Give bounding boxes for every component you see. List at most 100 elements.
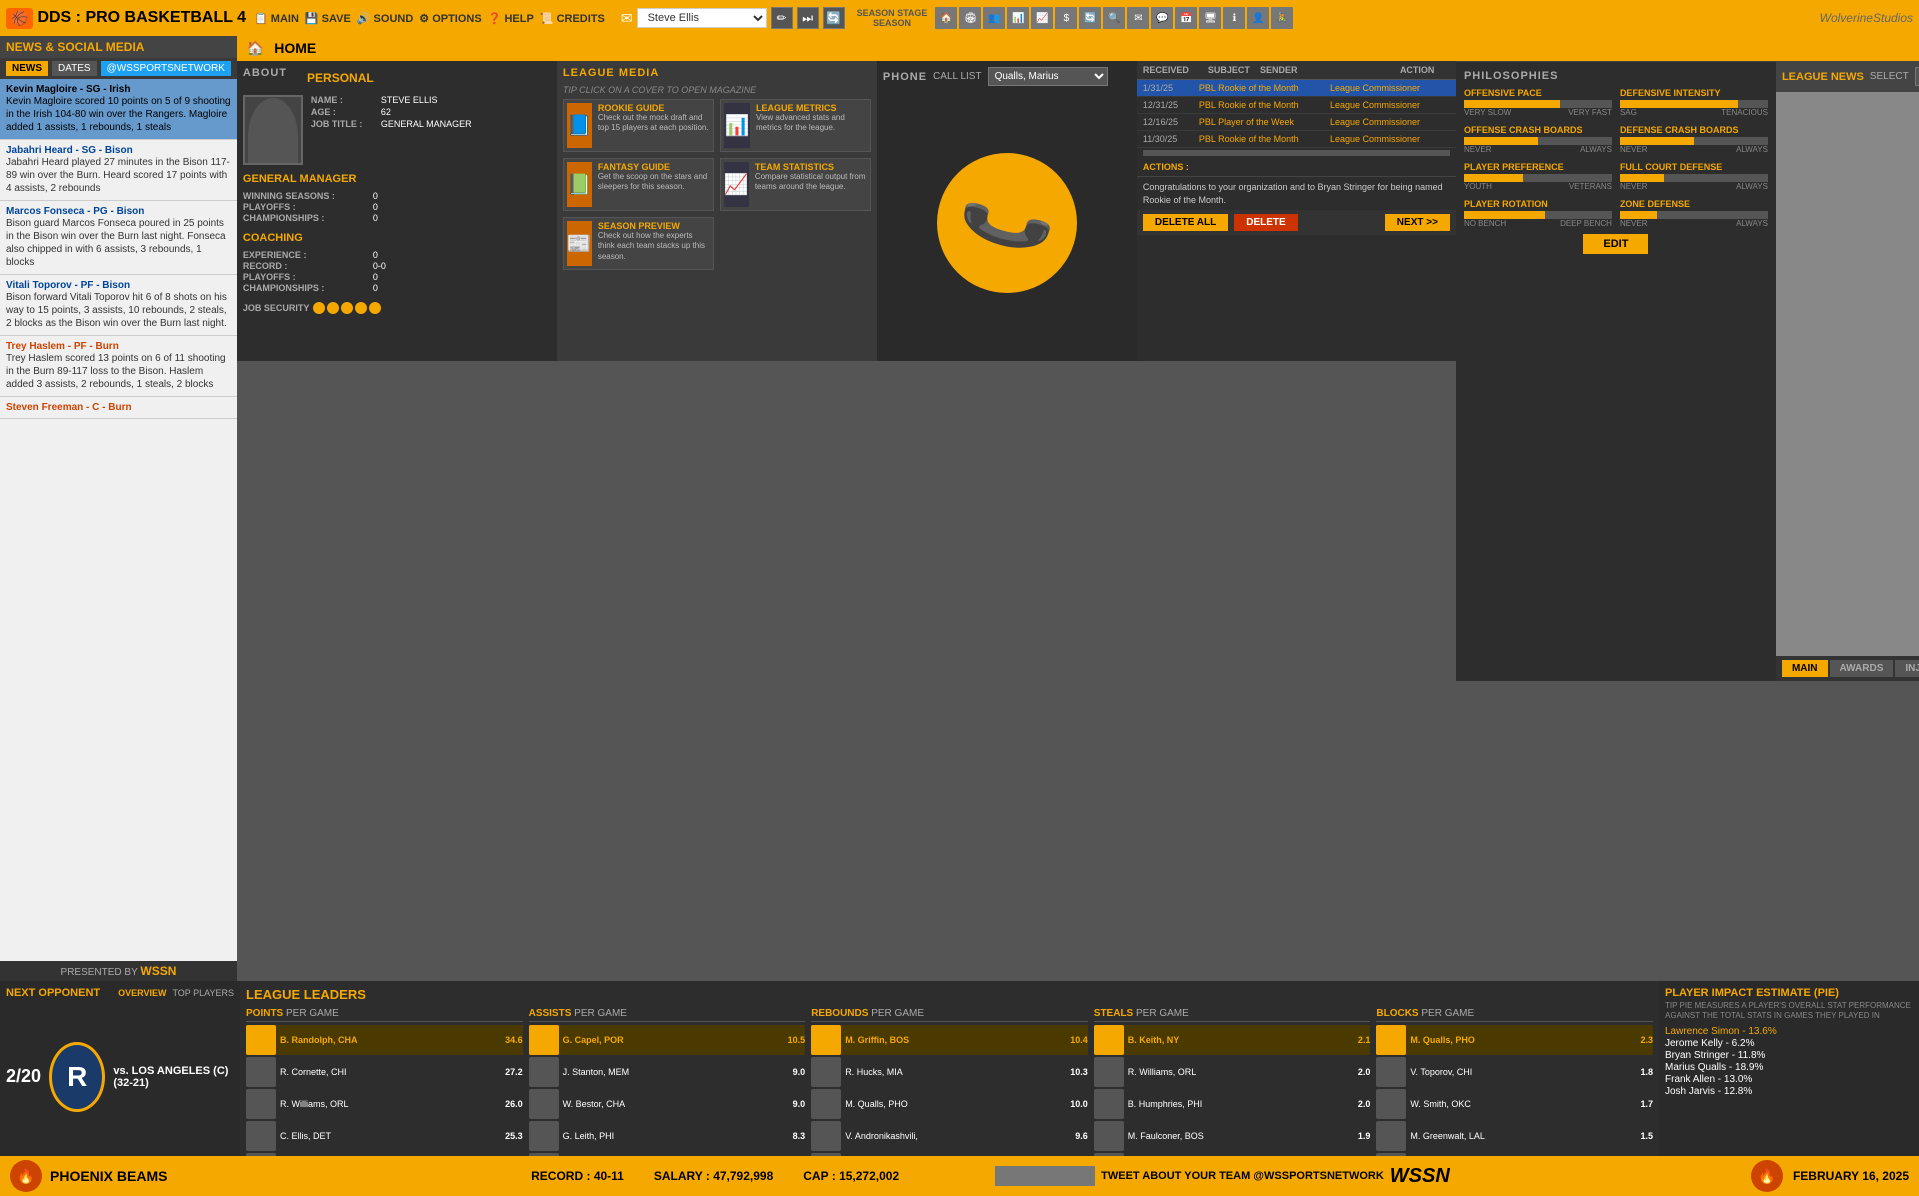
ll-rebounds-row-3[interactable]: V. Andronikashvili, 9.6 <box>811 1121 1088 1151</box>
ll-steals-row-0[interactable]: B. Keith, NY 2.1 <box>1094 1025 1371 1055</box>
media-card-rookie[interactable]: 📘 ROOKIE GUIDE Check out the mock draft … <box>563 99 714 152</box>
ll-rebounds-row-4[interactable]: M. Greenwalt, LAL 9.6 <box>811 1153 1088 1156</box>
ll-assists-row-4[interactable]: A. Erickson, LAC 8.1 <box>529 1153 806 1156</box>
toolbar-mail[interactable]: ✉ <box>1127 7 1149 29</box>
ll-assists-row-1[interactable]: J. Stanton, MEM 9.0 <box>529 1057 806 1087</box>
toolbar-search[interactable]: 🔍 <box>1103 7 1125 29</box>
email-row-2[interactable]: 12/16/25 PBL Player of the Week League C… <box>1137 114 1456 131</box>
news-item-0[interactable]: Kevin Magloire - SG - Irish Kevin Magloi… <box>0 79 237 140</box>
pr-slider[interactable] <box>1464 211 1612 219</box>
ll-steals-row-2[interactable]: B. Humphries, PHI 2.0 <box>1094 1089 1371 1119</box>
ll-blocks-row-1[interactable]: V. Toporov, CHI 1.8 <box>1376 1057 1653 1087</box>
dcb-slider[interactable] <box>1620 137 1768 145</box>
ll-rebounds-row-0[interactable]: M. Griffin, BOS 10.4 <box>811 1025 1088 1055</box>
nav-save[interactable]: 💾 SAVE <box>305 12 351 25</box>
nav-main[interactable]: 📋 MAIN <box>254 12 299 25</box>
delete-all-btn[interactable]: DELETE ALL <box>1143 214 1228 231</box>
news-item-3[interactable]: Vitali Toporov - PF - Bison Bison forwar… <box>0 275 237 336</box>
edit-user-btn[interactable]: ✏ <box>771 7 793 29</box>
ll-points-row-1[interactable]: R. Cornette, CHI 27.2 <box>246 1057 523 1087</box>
user-dropdown[interactable]: Steve Ellis <box>637 8 767 28</box>
top-players-link[interactable]: TOP PLAYERS <box>172 988 234 998</box>
ll-points-row-2[interactable]: R. Williams, ORL 26.0 <box>246 1089 523 1119</box>
email-row-0[interactable]: 1/31/25 PBL Rookie of the Month League C… <box>1137 80 1456 97</box>
toolbar-stats[interactable]: 📊 <box>1007 7 1029 29</box>
nav-btn1[interactable]: ⏭ <box>797 7 819 29</box>
vs-team: vs. LOS ANGELES (C) (32-21) <box>113 1065 234 1089</box>
toolbar-home[interactable]: 🏠 <box>935 7 957 29</box>
nav-sound[interactable]: 🔊 SOUND <box>357 12 413 25</box>
news-body-0: Kevin Magloire scored 10 points on 5 of … <box>6 95 231 134</box>
toolbar-stadium[interactable]: 🏟 <box>959 7 981 29</box>
nav-help[interactable]: ❓ HELP <box>488 12 534 25</box>
next-btn[interactable]: NEXT >> <box>1385 214 1450 231</box>
toolbar-msg[interactable]: 💬 <box>1151 7 1173 29</box>
toolbar-roster[interactable]: 👥 <box>983 7 1005 29</box>
philosophies-grid: OFFENSIVE PACE VERY SLOWVERY FAST DEFENS… <box>1464 88 1768 228</box>
ll-blocks-row-0[interactable]: M. Qualls, PHO 2.3 <box>1376 1025 1653 1055</box>
overview-link[interactable]: OVERVIEW <box>118 988 166 998</box>
ll-assists-row-2[interactable]: W. Bestor, CHA 9.0 <box>529 1089 806 1119</box>
philosophies-title: PHILOSOPHIES <box>1464 70 1768 82</box>
email-row-1[interactable]: 12/31/25 PBL Rookie of the Month League … <box>1137 97 1456 114</box>
pie-player-1: Jerome Kelly - 6.2% <box>1665 1038 1913 1049</box>
toolbar-dollar[interactable]: $ <box>1055 7 1077 29</box>
ll-points-row-0[interactable]: B. Randolph, CHA 34.6 <box>246 1025 523 1055</box>
pp-slider[interactable] <box>1464 174 1612 182</box>
op-slider[interactable] <box>1464 100 1612 108</box>
phone-circle[interactable]: 📞 <box>937 153 1077 293</box>
fantasy-cover: 📗 <box>567 162 592 207</box>
news-item-4[interactable]: Trey Haslem - PF - Burn Trey Haslem scor… <box>0 336 237 397</box>
nav-options[interactable]: ⚙ OPTIONS <box>419 12 481 25</box>
call-list-dropdown[interactable]: Qualls, Marius <box>988 67 1108 86</box>
zd-slider[interactable] <box>1620 211 1768 219</box>
email-row-3[interactable]: 11/30/25 PBL Rookie of the Month League … <box>1137 131 1456 148</box>
media-card-fantasy[interactable]: 📗 FANTASY GUIDE Get the scoop on the sta… <box>563 158 714 211</box>
toolbar-trade[interactable]: 🔄 <box>1079 7 1101 29</box>
toolbar-info[interactable]: ℹ <box>1223 7 1245 29</box>
phil-offense-crash: OFFENSE CRASH BOARDS NEVERALWAYS <box>1464 125 1612 154</box>
ll-blocks-row-2[interactable]: W. Smith, OKC 1.7 <box>1376 1089 1653 1119</box>
news-item-2[interactable]: Marcos Fonseca - PG - Bison Bison guard … <box>0 201 237 275</box>
media-card-metrics[interactable]: 📊 LEAGUE METRICS View advanced stats and… <box>720 99 871 152</box>
tab-dates[interactable]: DATES <box>52 61 97 76</box>
ll-rebounds-row-2[interactable]: M. Qualls, PHO 10.0 <box>811 1089 1088 1119</box>
ll-assists-row-0[interactable]: G. Capel, POR 10.5 <box>529 1025 806 1055</box>
ll-points-row-3[interactable]: C. Ellis, DET 25.3 <box>246 1121 523 1151</box>
edit-philosophies-btn[interactable]: EDIT <box>1583 234 1648 254</box>
ll-steals-row-1[interactable]: R. Williams, ORL 2.0 <box>1094 1057 1371 1087</box>
toolbar-screen[interactable]: 🖥 <box>1199 7 1221 29</box>
media-card-preview[interactable]: 📰 SEASON PREVIEW Check out how the exper… <box>563 217 714 270</box>
toolbar-calendar[interactable]: 📅 <box>1175 7 1197 29</box>
ll-steals-row-3[interactable]: M. Faulconer, BOS 1.9 <box>1094 1121 1371 1151</box>
app-title: DDS : PRO BASKETBALL 4 <box>37 9 246 27</box>
ll-blocks-row-3[interactable]: M. Greenwalt, LAL 1.5 <box>1376 1121 1653 1151</box>
toolbar-chart[interactable]: 📈 <box>1031 7 1053 29</box>
ll-rebounds-row-1[interactable]: R. Hucks, MIA 10.3 <box>811 1057 1088 1087</box>
media-card-team-stats[interactable]: 📈 TEAM STATISTICS Compare statistical ou… <box>720 158 871 211</box>
nav-credits[interactable]: 📜 CREDITS <box>540 12 605 25</box>
ll-steals-row-4[interactable]: J. Woni, NO 1.9 <box>1094 1153 1371 1156</box>
di-slider[interactable] <box>1620 100 1768 108</box>
toolbar-person[interactable]: 👤 <box>1247 7 1269 29</box>
nav-btn2[interactable]: 🔄 <box>823 7 845 29</box>
news-item-1[interactable]: Jabahri Heard - SG - Bison Jabahri Heard… <box>0 140 237 201</box>
ll-assists-row-3[interactable]: G. Leith, PHI 8.3 <box>529 1121 806 1151</box>
tab-news[interactable]: NEWS <box>6 61 48 76</box>
ocb-slider[interactable] <box>1464 137 1612 145</box>
toolbar-bike[interactable]: 🚴 <box>1271 7 1293 29</box>
news-item-5[interactable]: Steven Freeman - C - Burn <box>0 397 237 419</box>
ll-blocks-row-4[interactable]: C. Bain, PHI 1.3 <box>1376 1153 1653 1156</box>
phone-icon-container[interactable]: 📞 <box>883 90 1131 355</box>
ln-tab-injuries[interactable]: INJURIES <box>1895 660 1919 677</box>
ln-league-dropdown[interactable]: Pro Basketball League <box>1915 67 1919 86</box>
ll-points-row-4[interactable]: A. Blair, POR 23.4 <box>246 1153 523 1156</box>
tab-twitter[interactable]: @WSSPORTSNETWORK <box>101 61 231 76</box>
email-scrollbar[interactable] <box>1143 150 1450 156</box>
news-header: NEWS & SOCIAL MEDIA <box>0 36 237 58</box>
fcd-slider[interactable] <box>1620 174 1768 182</box>
delete-btn[interactable]: DELETE <box>1234 214 1297 231</box>
ln-tab-main[interactable]: MAIN <box>1782 660 1828 677</box>
news-feed[interactable]: Kevin Magloire - SG - Irish Kevin Magloi… <box>0 79 237 961</box>
ln-tab-awards[interactable]: AWARDS <box>1830 660 1894 677</box>
